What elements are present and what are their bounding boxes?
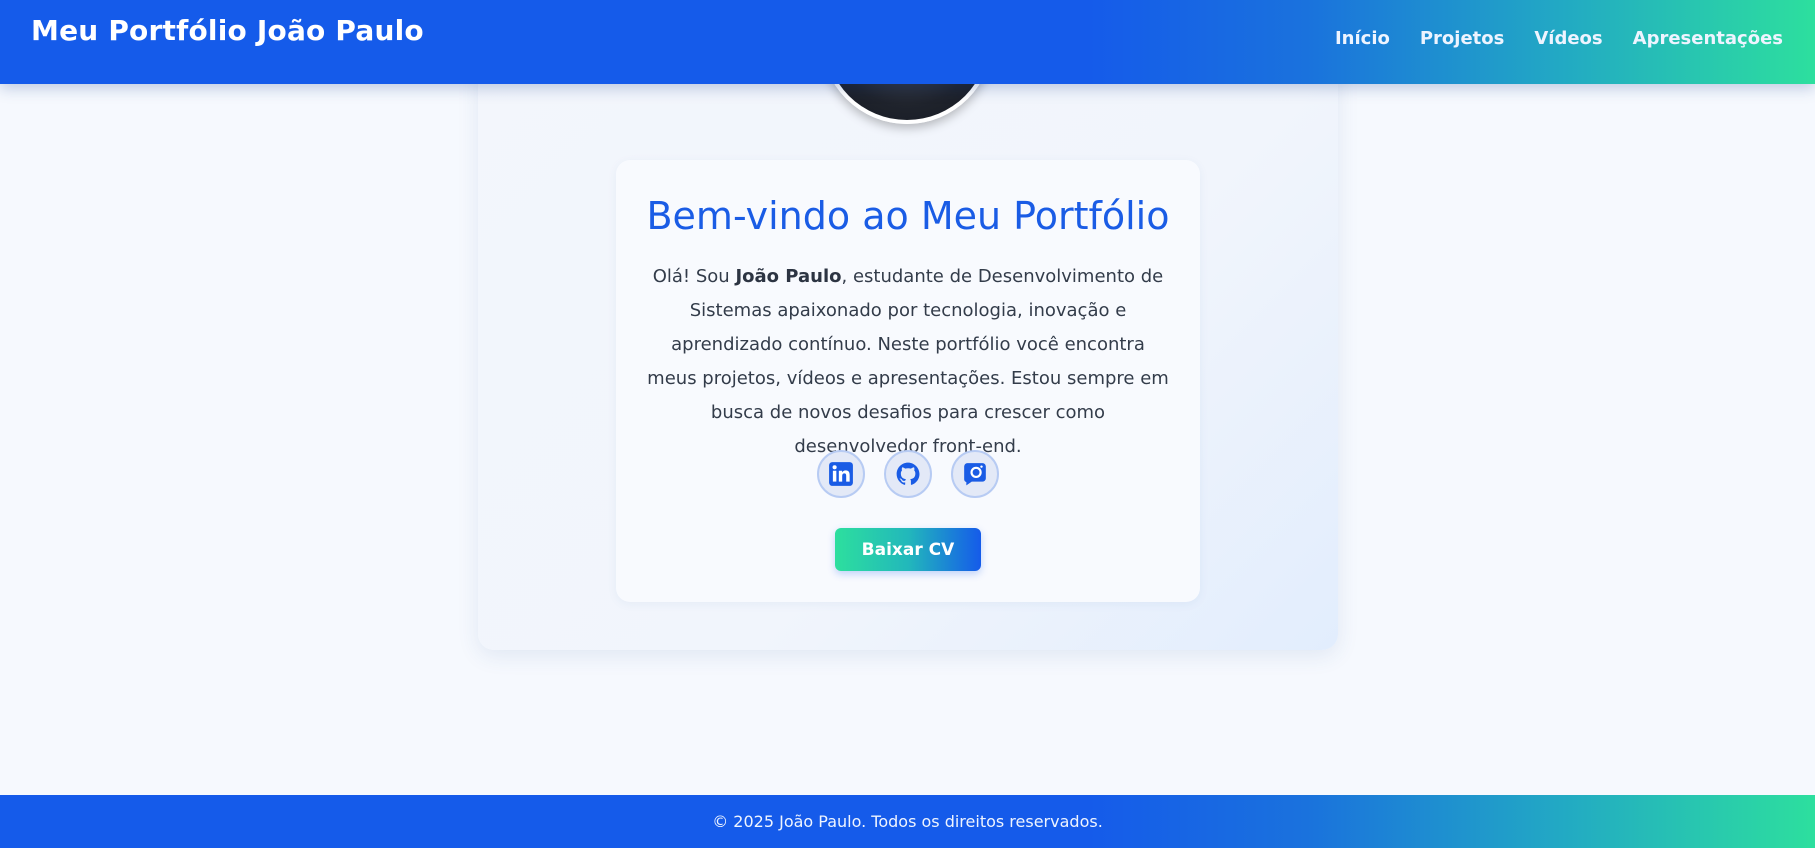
download-cv-button[interactable]: Baixar CV — [835, 528, 981, 571]
site-footer: © 2025 João Paulo. Todos os direitos res… — [0, 795, 1815, 848]
site-header: Meu Portfólio João Paulo Início Projetos… — [0, 0, 1815, 84]
main-nav: Início Projetos Vídeos Apresentações — [1335, 28, 1783, 49]
github-icon — [896, 462, 920, 485]
intro-card: Bem-vindo ao Meu Portfólio Olá! Sou João… — [616, 160, 1200, 602]
intro-suffix: , estudante de Desenvolvimento de Sistem… — [647, 266, 1169, 457]
linkedin-icon — [829, 462, 853, 486]
intro-name: João Paulo — [735, 266, 842, 287]
site-title[interactable]: Meu Portfólio João Paulo — [31, 14, 424, 47]
nav-link-inicio[interactable]: Início — [1335, 28, 1390, 49]
linkedin-link[interactable] — [817, 450, 865, 498]
nav-link-apresentacoes[interactable]: Apresentações — [1633, 28, 1783, 49]
footer-copyright: © 2025 João Paulo. Todos os direitos res… — [712, 812, 1103, 831]
intro-text: Olá! Sou João Paulo, estudante de Desenv… — [646, 260, 1170, 464]
social-links — [616, 450, 1200, 498]
github-link[interactable] — [884, 450, 932, 498]
welcome-title: Bem-vindo ao Meu Portfólio — [646, 194, 1170, 238]
instagram-link[interactable] — [951, 450, 999, 498]
nav-link-projetos[interactable]: Projetos — [1420, 28, 1505, 49]
nav-link-videos[interactable]: Vídeos — [1534, 28, 1602, 49]
intro-prefix: Olá! Sou — [652, 266, 736, 287]
instagram-icon — [964, 463, 986, 486]
